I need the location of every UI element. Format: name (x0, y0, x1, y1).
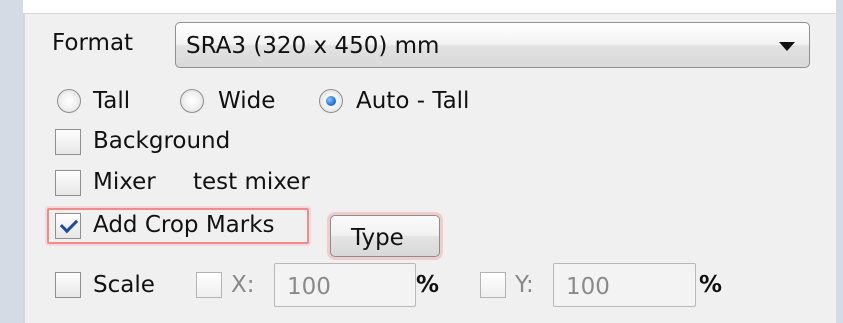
auto-tall-label: Auto - Tall (356, 88, 470, 114)
background-checkbox[interactable] (55, 129, 81, 155)
type-button-label: Type (351, 225, 404, 251)
wide-label: Wide (218, 88, 276, 114)
scale-x-checkbox[interactable] (196, 272, 222, 298)
background-label: Background (93, 128, 231, 154)
auto-tall-radio[interactable] (319, 89, 343, 113)
scale-label: Scale (93, 272, 155, 298)
type-button[interactable]: Type (330, 215, 440, 257)
add-crop-marks-checkbox[interactable] (55, 213, 81, 239)
format-label: Format (52, 30, 134, 56)
mixer-value: test mixer (193, 169, 310, 195)
scale-y-unit: % (699, 272, 723, 298)
format-dropdown[interactable]: SRA3 (320 x 450) mm (175, 22, 810, 68)
chevron-down-icon (779, 42, 795, 51)
scale-x-value: 100 (287, 274, 331, 300)
format-selected-value: SRA3 (320 x 450) mm (186, 33, 440, 59)
scale-x-input[interactable]: 100 (274, 263, 416, 307)
add-crop-marks-label: Add Crop Marks (93, 212, 275, 238)
scale-checkbox[interactable] (55, 272, 81, 298)
mixer-label: Mixer (93, 169, 156, 195)
panel-top-strip (23, 0, 836, 14)
scale-y-input[interactable]: 100 (553, 263, 696, 307)
scale-x-unit: % (416, 272, 440, 298)
tall-label: Tall (93, 88, 131, 114)
scale-y-label: Y: (515, 272, 534, 298)
wide-radio[interactable] (180, 89, 204, 113)
scale-y-value: 100 (566, 274, 610, 300)
scale-x-label: X: (231, 272, 255, 298)
scale-y-checkbox[interactable] (480, 272, 506, 298)
mixer-checkbox[interactable] (55, 170, 81, 196)
tall-radio[interactable] (57, 89, 81, 113)
